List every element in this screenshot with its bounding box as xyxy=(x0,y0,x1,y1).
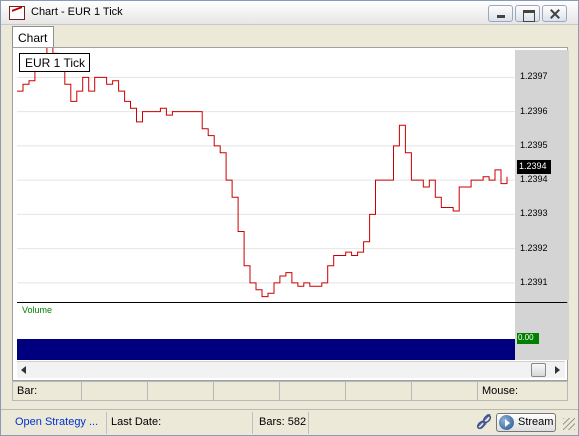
open-strategy-link[interactable]: Open Strategy ... xyxy=(11,412,107,434)
info-cell-2 xyxy=(148,382,214,400)
resize-grip-icon[interactable] xyxy=(561,416,575,430)
info-bar: Bar: Mouse: xyxy=(12,381,568,401)
minimize-button[interactable] xyxy=(488,5,513,22)
stream-button[interactable]: Stream xyxy=(496,413,556,432)
status-bars-count: Bars: 582 xyxy=(255,412,309,434)
gridlines xyxy=(17,76,515,284)
info-cell-3 xyxy=(214,382,280,400)
volume-axis xyxy=(515,303,569,360)
info-cell-4 xyxy=(280,382,346,400)
volume-value-marker: 0.00 xyxy=(517,333,539,344)
status-last-date: Last Date: xyxy=(107,412,253,434)
current-price-marker: 1.2394 xyxy=(517,160,551,174)
scroll-thumb[interactable] xyxy=(531,363,546,377)
status-bar: Open Strategy ... Last Date: Bars: 582 S… xyxy=(1,409,578,435)
volume-divider[interactable] xyxy=(17,302,567,303)
chart-window-icon xyxy=(9,6,25,20)
price-chart[interactable] xyxy=(13,48,567,302)
info-cell-6 xyxy=(412,382,478,400)
close-button[interactable] xyxy=(542,5,567,22)
tab-chart[interactable]: Chart xyxy=(12,26,54,48)
info-cell-5 xyxy=(346,382,412,400)
play-icon xyxy=(499,415,514,430)
info-bar-label: Bar: xyxy=(13,382,82,400)
horizontal-scrollbar[interactable] xyxy=(17,361,565,378)
scroll-right-arrow-icon[interactable] xyxy=(552,365,562,375)
link-icon[interactable] xyxy=(475,414,493,430)
tab-strip: Chart xyxy=(1,25,578,48)
maximize-button[interactable] xyxy=(515,5,540,22)
window-title: Chart - EUR 1 Tick xyxy=(31,6,123,18)
chart-panel[interactable]: 1.2397 1.2396 1.2395 1.2394 1.2393 1.2392 1.23… xyxy=(12,47,569,381)
info-mouse-label: Mouse: xyxy=(482,385,519,397)
chart-legend: EUR 1 Tick xyxy=(19,53,90,72)
volume-bar xyxy=(17,339,515,360)
scroll-left-arrow-icon[interactable] xyxy=(19,365,29,375)
chart-window: Chart - EUR 1 Tick Chart 1.2397 1.2396 1.2… xyxy=(0,0,579,436)
price-line xyxy=(17,48,508,298)
volume-label: Volume xyxy=(22,305,53,315)
info-cell-1 xyxy=(82,382,148,400)
stream-button-label: Stream xyxy=(518,416,554,428)
title-bar[interactable]: Chart - EUR 1 Tick xyxy=(1,1,578,25)
